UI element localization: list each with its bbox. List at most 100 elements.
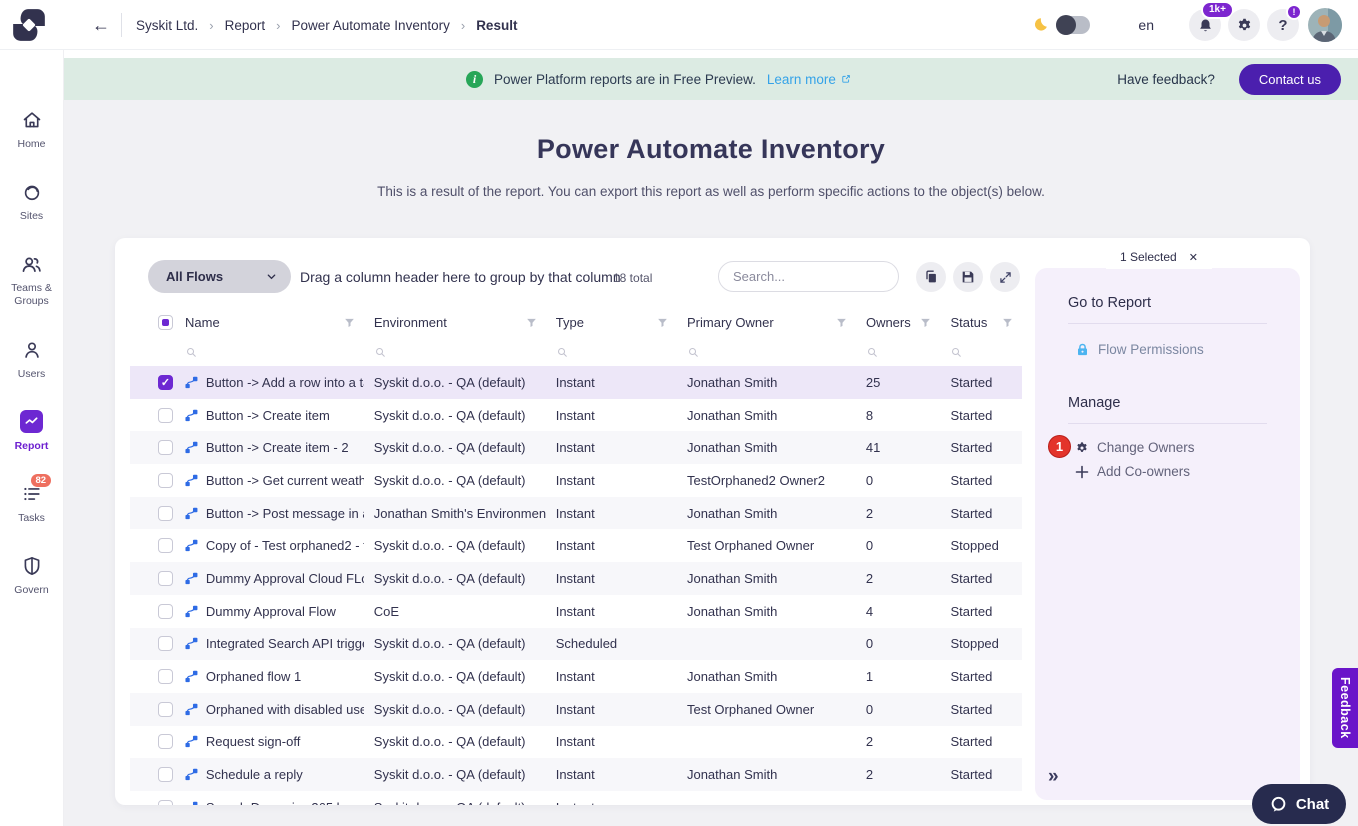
table-row[interactable]: Button -> Create item Syskit d.o.o. - QA … bbox=[130, 399, 1022, 432]
breadcrumb-separator: › bbox=[276, 17, 281, 33]
column-header-name[interactable]: Name bbox=[175, 306, 364, 338]
row-checkbox[interactable] bbox=[158, 440, 173, 456]
row-checkbox[interactable] bbox=[158, 570, 173, 586]
table-row[interactable]: Button -> Create item - 2 Syskit d.o.o. -… bbox=[130, 431, 1022, 465]
column-search-icon[interactable] bbox=[950, 346, 963, 359]
row-checkbox[interactable] bbox=[158, 636, 173, 652]
learn-more-link[interactable]: Learn more bbox=[767, 72, 852, 87]
sidebar-item-tasks[interactable]: 82 Tasks bbox=[1, 473, 63, 525]
table-row[interactable]: Search Dynamics 365 kSyskit d.o.o. - QA … bbox=[130, 791, 1022, 805]
row-checkbox[interactable] bbox=[158, 734, 173, 750]
table-row[interactable]: Schedule a reply Syskit d.o.o. - QA (defa… bbox=[130, 758, 1022, 791]
column-search-icon[interactable] bbox=[374, 346, 387, 359]
table-row[interactable]: Dummy Approval Flow CoE Instant Jonathan Sm… bbox=[130, 595, 1022, 628]
table-row[interactable]: Orphaned with disabled user - Syskit d.o.… bbox=[130, 692, 1022, 726]
contact-us-button[interactable]: Contact us bbox=[1238, 63, 1341, 95]
language-selector[interactable]: en bbox=[1138, 17, 1154, 33]
notifications-button[interactable]: 1k+ bbox=[1189, 1, 1234, 41]
sidebar-item-govern[interactable]: Govern bbox=[1, 554, 63, 597]
help-button[interactable]: ? ! bbox=[1267, 4, 1302, 41]
table-row[interactable]: Orphaned flow 1 Syskit d.o.o. - QA (defau… bbox=[130, 660, 1022, 693]
column-search-icon[interactable] bbox=[866, 346, 879, 359]
row-checkbox[interactable] bbox=[158, 407, 173, 423]
row-checkbox[interactable] bbox=[158, 603, 173, 619]
breadcrumb-item[interactable]: Power Automate Inventory bbox=[292, 18, 450, 33]
select-all-checkbox[interactable] bbox=[158, 314, 173, 330]
cell-primary-owner: Jonathan Smith bbox=[686, 570, 778, 586]
table-row[interactable]: Button -> Get current weather Syskit d.o.… bbox=[130, 464, 1022, 497]
column-filter-owners[interactable] bbox=[856, 338, 941, 366]
breadcrumb-item[interactable]: Syskit Ltd. bbox=[136, 18, 198, 33]
expand-button[interactable] bbox=[990, 262, 1020, 292]
table-row[interactable]: Dummy Approval Cloud FLow Syskit d.o.o. -… bbox=[130, 562, 1022, 595]
filter-funnel-icon[interactable] bbox=[656, 316, 669, 329]
row-checkbox[interactable] bbox=[158, 669, 173, 685]
syskit-logo[interactable] bbox=[10, 6, 48, 44]
column-header-environment[interactable]: Environment bbox=[364, 306, 546, 338]
user-avatar[interactable] bbox=[1308, 8, 1342, 42]
cell-owners: 0 bbox=[865, 472, 874, 488]
tasks-count-badge: 82 bbox=[30, 473, 52, 488]
search-input[interactable] bbox=[733, 269, 909, 284]
table-row[interactable]: Copy of - Test orphaned2 - for Syskit d.o… bbox=[130, 529, 1022, 562]
filter-funnel-icon[interactable] bbox=[343, 316, 356, 329]
table-row[interactable]: Button -> Post message in a c Jonathan Sm… bbox=[130, 496, 1022, 530]
row-checkbox[interactable]: ✓ bbox=[158, 374, 173, 390]
table-row[interactable]: Integrated Search API trigger t Syskit d.… bbox=[130, 627, 1022, 661]
permissions-lock-icon bbox=[1078, 343, 1087, 356]
column-filter-name[interactable] bbox=[175, 338, 364, 366]
row-checkbox[interactable] bbox=[158, 701, 173, 717]
table-row[interactable]: Request sign-off Syskit d.o.o. - QA (defa… bbox=[130, 726, 1022, 759]
sidebar-item-sites[interactable]: Sites bbox=[1, 180, 63, 223]
row-checkbox[interactable] bbox=[158, 767, 173, 783]
filter-funnel-icon[interactable] bbox=[919, 316, 932, 329]
sidebar-item-teams-groups[interactable]: Teams & Groups bbox=[1, 252, 63, 308]
add-co-owners-action[interactable]: Add Co-owners bbox=[1075, 464, 1190, 479]
filter-funnel-icon[interactable] bbox=[1001, 316, 1014, 329]
column-search-icon[interactable] bbox=[185, 346, 198, 359]
row-checkbox[interactable] bbox=[158, 505, 173, 521]
column-filter-environment[interactable] bbox=[364, 338, 546, 366]
settings-button[interactable] bbox=[1228, 9, 1260, 41]
scope-dropdown[interactable]: All Flows bbox=[148, 260, 291, 293]
cell-type: Instant bbox=[555, 734, 595, 750]
cell-owners: 41 bbox=[865, 440, 881, 456]
sidebar-item-home[interactable]: Home bbox=[1, 108, 63, 151]
back-button[interactable]: ← bbox=[88, 12, 114, 38]
row-checkbox[interactable] bbox=[158, 538, 173, 554]
moon-icon bbox=[1035, 18, 1048, 31]
breadcrumb-item[interactable]: Result bbox=[476, 18, 517, 33]
cell-owners: 0 bbox=[865, 636, 874, 652]
cell-environment: Syskit d.o.o. - QA (default) bbox=[373, 472, 526, 488]
page-subtitle: This is a result of the report. You can … bbox=[377, 184, 1045, 199]
change-owners-action[interactable]: Change Owners bbox=[1075, 440, 1195, 455]
row-checkbox[interactable] bbox=[158, 472, 173, 488]
column-header-status[interactable]: Status bbox=[940, 306, 1022, 338]
column-header-owners[interactable]: Owners bbox=[856, 306, 941, 338]
copy-button[interactable] bbox=[916, 262, 946, 292]
column-filter-status[interactable] bbox=[940, 338, 1022, 366]
sidebar-item-report[interactable]: Report bbox=[1, 410, 63, 453]
table-row[interactable]: ✓ Button -> Add a row into a tal Syskit d.… bbox=[130, 366, 1022, 399]
column-filter-type[interactable] bbox=[546, 338, 677, 366]
dark-mode-toggle[interactable] bbox=[1056, 15, 1091, 35]
filter-funnel-icon[interactable] bbox=[525, 316, 538, 329]
save-button[interactable] bbox=[953, 262, 983, 292]
column-search-icon[interactable] bbox=[687, 346, 700, 359]
column-filter-primary-owner[interactable] bbox=[677, 338, 856, 366]
filter-funnel-icon[interactable] bbox=[835, 316, 848, 329]
column-header-primary-owner[interactable]: Primary Owner bbox=[677, 306, 856, 338]
breadcrumb-item[interactable]: Report bbox=[225, 18, 266, 33]
chat-button[interactable]: Chat bbox=[1252, 784, 1346, 824]
close-icon[interactable]: ✕ bbox=[1189, 251, 1198, 264]
feedback-tab[interactable]: Feedback bbox=[1332, 668, 1358, 748]
sidebar-item-users[interactable]: Users bbox=[1, 338, 63, 381]
column-search-icon[interactable] bbox=[556, 346, 569, 359]
column-header-type[interactable]: Type bbox=[546, 306, 677, 338]
collapse-panel-button[interactable]: » bbox=[1048, 766, 1059, 788]
cell-name: Button -> Add a row into a tal bbox=[175, 366, 364, 399]
row-checkbox[interactable] bbox=[158, 799, 173, 805]
cell-type: Instant bbox=[555, 570, 595, 586]
flow-permissions-link[interactable]: Flow Permissions bbox=[1075, 342, 1204, 357]
cell-environment: Syskit d.o.o. - QA (default) bbox=[373, 701, 526, 717]
